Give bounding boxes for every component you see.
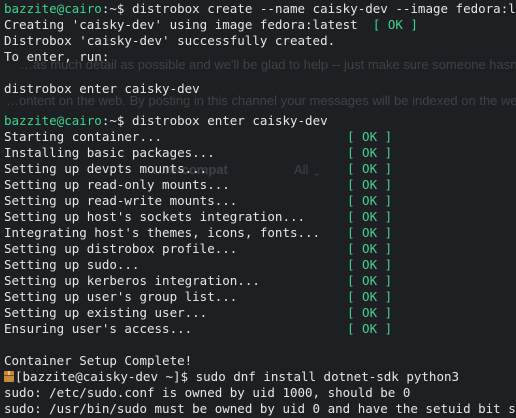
prompt-path: :~$	[101, 113, 132, 128]
ok-status: [ OK ]	[347, 129, 393, 144]
ok-status: [ OK ]	[347, 289, 393, 304]
setup-step-text: Starting container...	[4, 129, 163, 144]
prompt-user-host: bazzite@cairo	[4, 1, 102, 16]
setup-step-text: Setting up host's sockets integration...	[4, 209, 306, 224]
ok-status: [ OK ]	[347, 225, 393, 240]
prompt-path: :~$	[101, 1, 132, 16]
setup-step-text: Setting up kerberos integration...	[4, 273, 260, 288]
ok-status: [ OK ]	[372, 17, 418, 32]
ok-status: [ OK ]	[347, 257, 393, 272]
setup-step-line: Starting container... [ OK ]	[4, 129, 516, 145]
ok-status: [ OK ]	[347, 321, 393, 336]
terminal-line: bazzite@cairo:~$ distrobox create --name…	[4, 1, 516, 17]
setup-step-line: Setting up sudo... [ OK ]	[4, 257, 516, 273]
output-text: distrobox enter caisky-dev	[4, 81, 200, 96]
terminal-line: Container Setup Complete!	[4, 353, 516, 369]
error-text: sudo: /etc/sudo.conf is owned by uid 100…	[4, 385, 411, 400]
setup-step-line: Setting up kerberos integration... [ OK ]	[4, 273, 516, 289]
setup-step-text: Setting up distrobox profile...	[4, 241, 238, 256]
setup-step-text: Setting up user's group list...	[4, 289, 238, 304]
setup-step-line: Ensuring user's access... [ OK ]	[4, 321, 516, 337]
prompt-user-host: bazzite@cairo	[4, 113, 102, 128]
terminal-line: Creating 'caisky-dev' using image fedora…	[4, 17, 516, 33]
terminal-window[interactable]: …as much detail as possible and we'll be…	[0, 0, 516, 418]
output-text: To enter, run:	[4, 49, 110, 64]
ok-status: [ OK ]	[347, 241, 393, 256]
output-text: Distrobox 'caisky-dev' successfully crea…	[4, 33, 336, 48]
output-text: Container Setup Complete!	[4, 353, 193, 368]
setup-step-text: Setting up sudo...	[4, 257, 140, 272]
setup-step-line: Setting up distrobox profile... [ OK ]	[4, 241, 516, 257]
command-text: distrobox enter caisky-dev	[131, 113, 328, 128]
package-icon	[4, 371, 14, 382]
setup-step-line: Setting up devpts mounts... [ OK ]	[4, 161, 516, 177]
setup-step-line: Setting up host's sockets integration...…	[4, 209, 516, 225]
terminal-output: bazzite@cairo:~$ distrobox create --name…	[0, 0, 516, 417]
setup-step-line: Setting up read-only mounts... [ OK ]	[4, 177, 516, 193]
ok-status: [ OK ]	[347, 305, 393, 320]
command-text: distrobox create --name caisky-dev --ima…	[131, 1, 516, 16]
setup-step-text: Installing basic packages...	[4, 145, 215, 160]
terminal-line: sudo: /etc/sudo.conf is owned by uid 100…	[4, 385, 516, 401]
setup-step-line: Setting up existing user... [ OK ]	[4, 305, 516, 321]
setup-step-text: Ensuring user's access...	[4, 321, 193, 336]
setup-step-text: Setting up devpts mounts...	[4, 161, 208, 176]
setup-step-text: Integrating host's themes, icons, fonts.…	[4, 225, 321, 240]
ok-status: [ OK ]	[347, 145, 393, 160]
setup-step-line: Setting up user's group list... [ OK ]	[4, 289, 516, 305]
ok-status: [ OK ]	[347, 273, 393, 288]
output-text: Creating 'caisky-dev' using image fedora…	[4, 17, 373, 32]
terminal-line: bazzite@cairo:~$ distrobox enter caisky-…	[4, 113, 516, 129]
setup-step-line: Installing basic packages... [ OK ]	[4, 145, 516, 161]
setup-step-line: Integrating host's themes, icons, fonts.…	[4, 225, 516, 241]
ok-status: [ OK ]	[347, 193, 393, 208]
terminal-line: sudo: /usr/bin/sudo must be owned by uid…	[4, 401, 516, 417]
ok-status: [ OK ]	[347, 209, 393, 224]
setup-step-line: Setting up read-write mounts... [ OK ]	[4, 193, 516, 209]
terminal-line: Distrobox 'caisky-dev' successfully crea…	[4, 33, 516, 49]
error-text: sudo: /usr/bin/sudo must be owned by uid…	[4, 401, 516, 416]
ok-status: [ OK ]	[347, 161, 393, 176]
ok-status: [ OK ]	[347, 177, 393, 192]
setup-step-text: Setting up read-write mounts...	[4, 193, 238, 208]
terminal-line: [bazzite@caisky-dev ~]$ sudo dnf install…	[4, 369, 516, 385]
terminal-line: To enter, run:	[4, 49, 516, 65]
setup-step-text: Setting up read-only mounts...	[4, 177, 230, 192]
container-prompt: [bazzite@caisky-dev ~]$	[15, 369, 196, 384]
terminal-line: distrobox enter caisky-dev	[4, 81, 516, 97]
setup-step-text: Setting up existing user...	[4, 305, 208, 320]
command-text: sudo dnf install dotnet-sdk python3	[195, 369, 460, 384]
